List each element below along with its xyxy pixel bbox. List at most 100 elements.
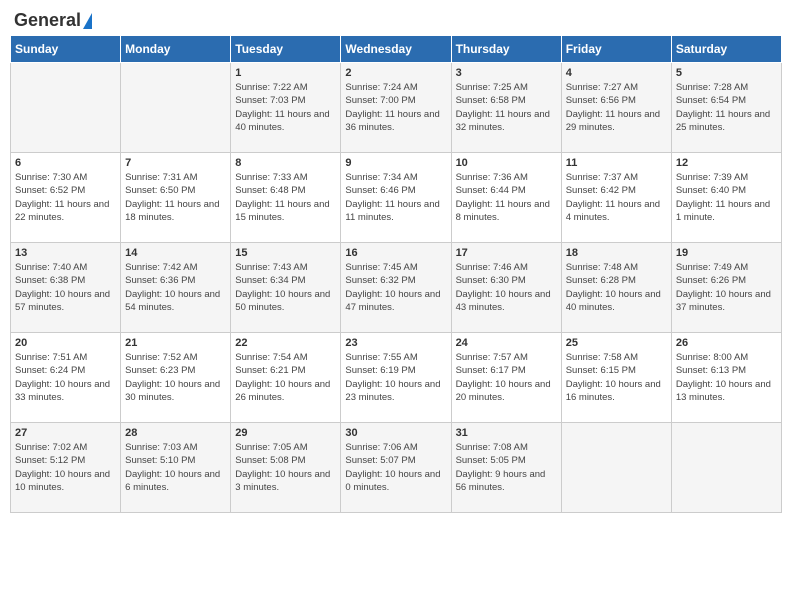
calendar-cell: 3 Sunrise: 7:25 AM Sunset: 6:58 PM Daylig… (451, 63, 561, 153)
day-number: 22 (235, 337, 336, 349)
day-info: Sunrise: 7:55 AM Sunset: 6:19 PM Dayligh… (345, 351, 446, 404)
calendar-cell: 12 Sunrise: 7:39 AM Sunset: 6:40 PM Dayli… (671, 153, 781, 243)
day-info: Sunrise: 7:31 AM Sunset: 6:50 PM Dayligh… (125, 171, 226, 224)
day-info: Sunrise: 7:45 AM Sunset: 6:32 PM Dayligh… (345, 261, 446, 314)
day-number: 25 (566, 337, 667, 349)
calendar-cell: 27Sunrise: 7:02 AM Sunset: 5:12 PM Dayli… (11, 423, 121, 513)
calendar-table: SundayMondayTuesdayWednesdayThursdayFrid… (10, 35, 782, 513)
day-number: 14 (125, 247, 226, 259)
day-number: 12 (676, 157, 777, 169)
day-info: Sunrise: 7:37 AM Sunset: 6:42 PM Dayligh… (566, 171, 667, 224)
column-header-monday: Monday (121, 36, 231, 63)
day-number: 30 (345, 427, 446, 439)
day-info: Sunrise: 7:03 AM Sunset: 5:10 PM Dayligh… (125, 441, 226, 494)
logo: General (14, 10, 94, 27)
day-info: Sunrise: 7:36 AM Sunset: 6:44 PM Dayligh… (456, 171, 557, 224)
calendar-cell: 10 Sunrise: 7:36 AM Sunset: 6:44 PM Dayli… (451, 153, 561, 243)
day-number: 9 (345, 157, 446, 169)
day-number: 2 (345, 67, 446, 79)
day-number: 19 (676, 247, 777, 259)
calendar-body: 1 Sunrise: 7:22 AM Sunset: 7:03 PM Daylig… (11, 63, 782, 513)
week-row-3: 20 Sunrise: 7:51 AM Sunset: 6:24 PM Dayli… (11, 333, 782, 423)
calendar-cell: 4Sunrise: 7:27 AM Sunset: 6:56 PM Daylig… (561, 63, 671, 153)
calendar-cell: 18 Sunrise: 7:48 AM Sunset: 6:28 PM Dayli… (561, 243, 671, 333)
week-row-4: 27Sunrise: 7:02 AM Sunset: 5:12 PM Dayli… (11, 423, 782, 513)
day-number: 13 (15, 247, 116, 259)
calendar-cell: 14Sunrise: 7:42 AM Sunset: 6:36 PM Dayli… (121, 243, 231, 333)
week-row-1: 6 Sunrise: 7:30 AM Sunset: 6:52 PM Daylig… (11, 153, 782, 243)
calendar-cell: 6 Sunrise: 7:30 AM Sunset: 6:52 PM Daylig… (11, 153, 121, 243)
calendar-cell: 29 Sunrise: 7:05 AM Sunset: 5:08 PM Dayli… (231, 423, 341, 513)
calendar-cell: 25 Sunrise: 7:58 AM Sunset: 6:15 PM Dayli… (561, 333, 671, 423)
calendar-cell (561, 423, 671, 513)
week-row-0: 1 Sunrise: 7:22 AM Sunset: 7:03 PM Daylig… (11, 63, 782, 153)
calendar-cell: 15Sunrise: 7:43 AM Sunset: 6:34 PM Dayli… (231, 243, 341, 333)
day-number: 21 (125, 337, 226, 349)
day-number: 20 (15, 337, 116, 349)
day-info: Sunrise: 7:58 AM Sunset: 6:15 PM Dayligh… (566, 351, 667, 404)
calendar-cell: 19 Sunrise: 7:49 AM Sunset: 6:26 PM Dayli… (671, 243, 781, 333)
day-number: 27 (15, 427, 116, 439)
day-info: Sunrise: 7:52 AM Sunset: 6:23 PM Dayligh… (125, 351, 226, 404)
day-number: 28 (125, 427, 226, 439)
calendar-cell: 5Sunrise: 7:28 AM Sunset: 6:54 PM Daylig… (671, 63, 781, 153)
calendar-cell: 16 Sunrise: 7:45 AM Sunset: 6:32 PM Dayli… (341, 243, 451, 333)
calendar-cell: 8 Sunrise: 7:33 AM Sunset: 6:48 PM Daylig… (231, 153, 341, 243)
day-info: Sunrise: 7:48 AM Sunset: 6:28 PM Dayligh… (566, 261, 667, 314)
day-info: Sunrise: 7:43 AM Sunset: 6:34 PM Dayligh… (235, 261, 336, 314)
day-info: Sunrise: 7:34 AM Sunset: 6:46 PM Dayligh… (345, 171, 446, 224)
calendar-header: SundayMondayTuesdayWednesdayThursdayFrid… (11, 36, 782, 63)
calendar-cell (121, 63, 231, 153)
day-info: Sunrise: 7:57 AM Sunset: 6:17 PM Dayligh… (456, 351, 557, 404)
week-row-2: 13 Sunrise: 7:40 AM Sunset: 6:38 PM Dayli… (11, 243, 782, 333)
calendar-cell: 17 Sunrise: 7:46 AM Sunset: 6:30 PM Dayli… (451, 243, 561, 333)
day-info: Sunrise: 7:51 AM Sunset: 6:24 PM Dayligh… (15, 351, 116, 404)
day-number: 7 (125, 157, 226, 169)
calendar-cell: 13 Sunrise: 7:40 AM Sunset: 6:38 PM Dayli… (11, 243, 121, 333)
day-info: Sunrise: 7:08 AM Sunset: 5:05 PM Dayligh… (456, 441, 557, 494)
page-header: General (10, 10, 782, 27)
calendar-cell: 24 Sunrise: 7:57 AM Sunset: 6:17 PM Dayli… (451, 333, 561, 423)
day-number: 6 (15, 157, 116, 169)
day-info: Sunrise: 7:24 AM Sunset: 7:00 PM Dayligh… (345, 81, 446, 134)
calendar-cell (671, 423, 781, 513)
calendar-cell: 2 Sunrise: 7:24 AM Sunset: 7:00 PM Daylig… (341, 63, 451, 153)
day-number: 8 (235, 157, 336, 169)
day-number: 3 (456, 67, 557, 79)
calendar-cell: 30Sunrise: 7:06 AM Sunset: 5:07 PM Dayli… (341, 423, 451, 513)
day-number: 24 (456, 337, 557, 349)
day-number: 16 (345, 247, 446, 259)
day-info: Sunrise: 7:46 AM Sunset: 6:30 PM Dayligh… (456, 261, 557, 314)
column-header-sunday: Sunday (11, 36, 121, 63)
calendar-cell: 1 Sunrise: 7:22 AM Sunset: 7:03 PM Daylig… (231, 63, 341, 153)
logo-icon (83, 13, 92, 29)
day-number: 26 (676, 337, 777, 349)
calendar-cell: 21 Sunrise: 7:52 AM Sunset: 6:23 PM Dayli… (121, 333, 231, 423)
calendar-cell: 9 Sunrise: 7:34 AM Sunset: 6:46 PM Daylig… (341, 153, 451, 243)
day-info: Sunrise: 7:25 AM Sunset: 6:58 PM Dayligh… (456, 81, 557, 134)
day-info: Sunrise: 7:39 AM Sunset: 6:40 PM Dayligh… (676, 171, 777, 224)
column-header-saturday: Saturday (671, 36, 781, 63)
day-info: Sunrise: 7:30 AM Sunset: 6:52 PM Dayligh… (15, 171, 116, 224)
day-info: Sunrise: 7:22 AM Sunset: 7:03 PM Dayligh… (235, 81, 336, 134)
day-info: Sunrise: 7:40 AM Sunset: 6:38 PM Dayligh… (15, 261, 116, 314)
calendar-cell: 20 Sunrise: 7:51 AM Sunset: 6:24 PM Dayli… (11, 333, 121, 423)
column-header-thursday: Thursday (451, 36, 561, 63)
logo-general: General (14, 10, 81, 31)
calendar-cell: 7 Sunrise: 7:31 AM Sunset: 6:50 PM Daylig… (121, 153, 231, 243)
column-header-wednesday: Wednesday (341, 36, 451, 63)
column-header-tuesday: Tuesday (231, 36, 341, 63)
day-info: Sunrise: 7:54 AM Sunset: 6:21 PM Dayligh… (235, 351, 336, 404)
day-number: 31 (456, 427, 557, 439)
day-number: 10 (456, 157, 557, 169)
column-header-friday: Friday (561, 36, 671, 63)
day-number: 17 (456, 247, 557, 259)
day-info: Sunrise: 7:49 AM Sunset: 6:26 PM Dayligh… (676, 261, 777, 314)
calendar-cell: 28 Sunrise: 7:03 AM Sunset: 5:10 PM Dayli… (121, 423, 231, 513)
day-number: 29 (235, 427, 336, 439)
day-info: Sunrise: 7:05 AM Sunset: 5:08 PM Dayligh… (235, 441, 336, 494)
day-number: 1 (235, 67, 336, 79)
day-number: 18 (566, 247, 667, 259)
day-info: Sunrise: 7:33 AM Sunset: 6:48 PM Dayligh… (235, 171, 336, 224)
day-number: 11 (566, 157, 667, 169)
